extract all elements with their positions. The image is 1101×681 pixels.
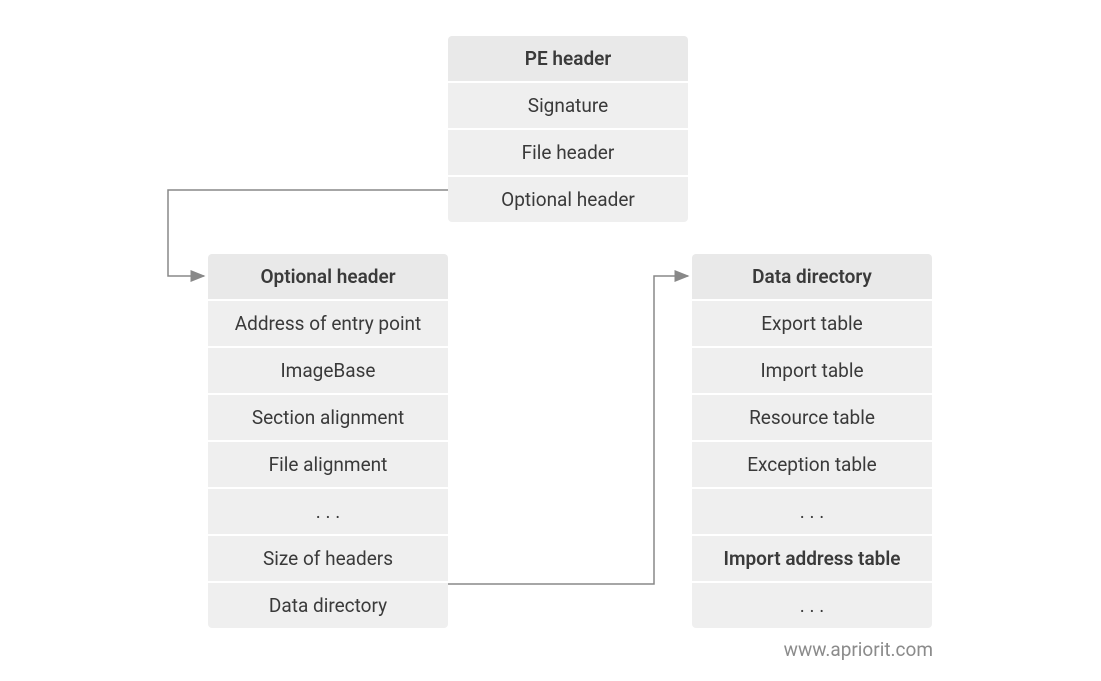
optional-header-row: Address of entry point bbox=[208, 301, 448, 348]
pe-header-box: PE header Signature File header Optional… bbox=[448, 36, 688, 222]
data-directory-row: Resource table bbox=[692, 395, 932, 442]
optional-header-row: ImageBase bbox=[208, 348, 448, 395]
data-directory-title: Data directory bbox=[692, 254, 932, 301]
connector-optional-to-datadir bbox=[448, 276, 688, 584]
data-directory-row: Exception table bbox=[692, 442, 932, 489]
pe-header-row: Optional header bbox=[448, 177, 688, 222]
pe-header-row: Signature bbox=[448, 83, 688, 130]
pe-header-title: PE header bbox=[448, 36, 688, 83]
optional-header-row: Section alignment bbox=[208, 395, 448, 442]
optional-header-title: Optional header bbox=[208, 254, 448, 301]
optional-header-row: File alignment bbox=[208, 442, 448, 489]
optional-header-row: . . . bbox=[208, 489, 448, 536]
optional-header-row: Size of headers bbox=[208, 536, 448, 583]
data-directory-row: Import address table bbox=[692, 536, 932, 583]
data-directory-row: Export table bbox=[692, 301, 932, 348]
data-directory-row: Import table bbox=[692, 348, 932, 395]
data-directory-box: Data directory Export table Import table… bbox=[692, 254, 932, 628]
data-directory-row: . . . bbox=[692, 583, 932, 628]
pe-header-row: File header bbox=[448, 130, 688, 177]
optional-header-box: Optional header Address of entry point I… bbox=[208, 254, 448, 628]
optional-header-row: Data directory bbox=[208, 583, 448, 628]
watermark-text: www.apriorit.com bbox=[784, 638, 933, 661]
data-directory-row: . . . bbox=[692, 489, 932, 536]
